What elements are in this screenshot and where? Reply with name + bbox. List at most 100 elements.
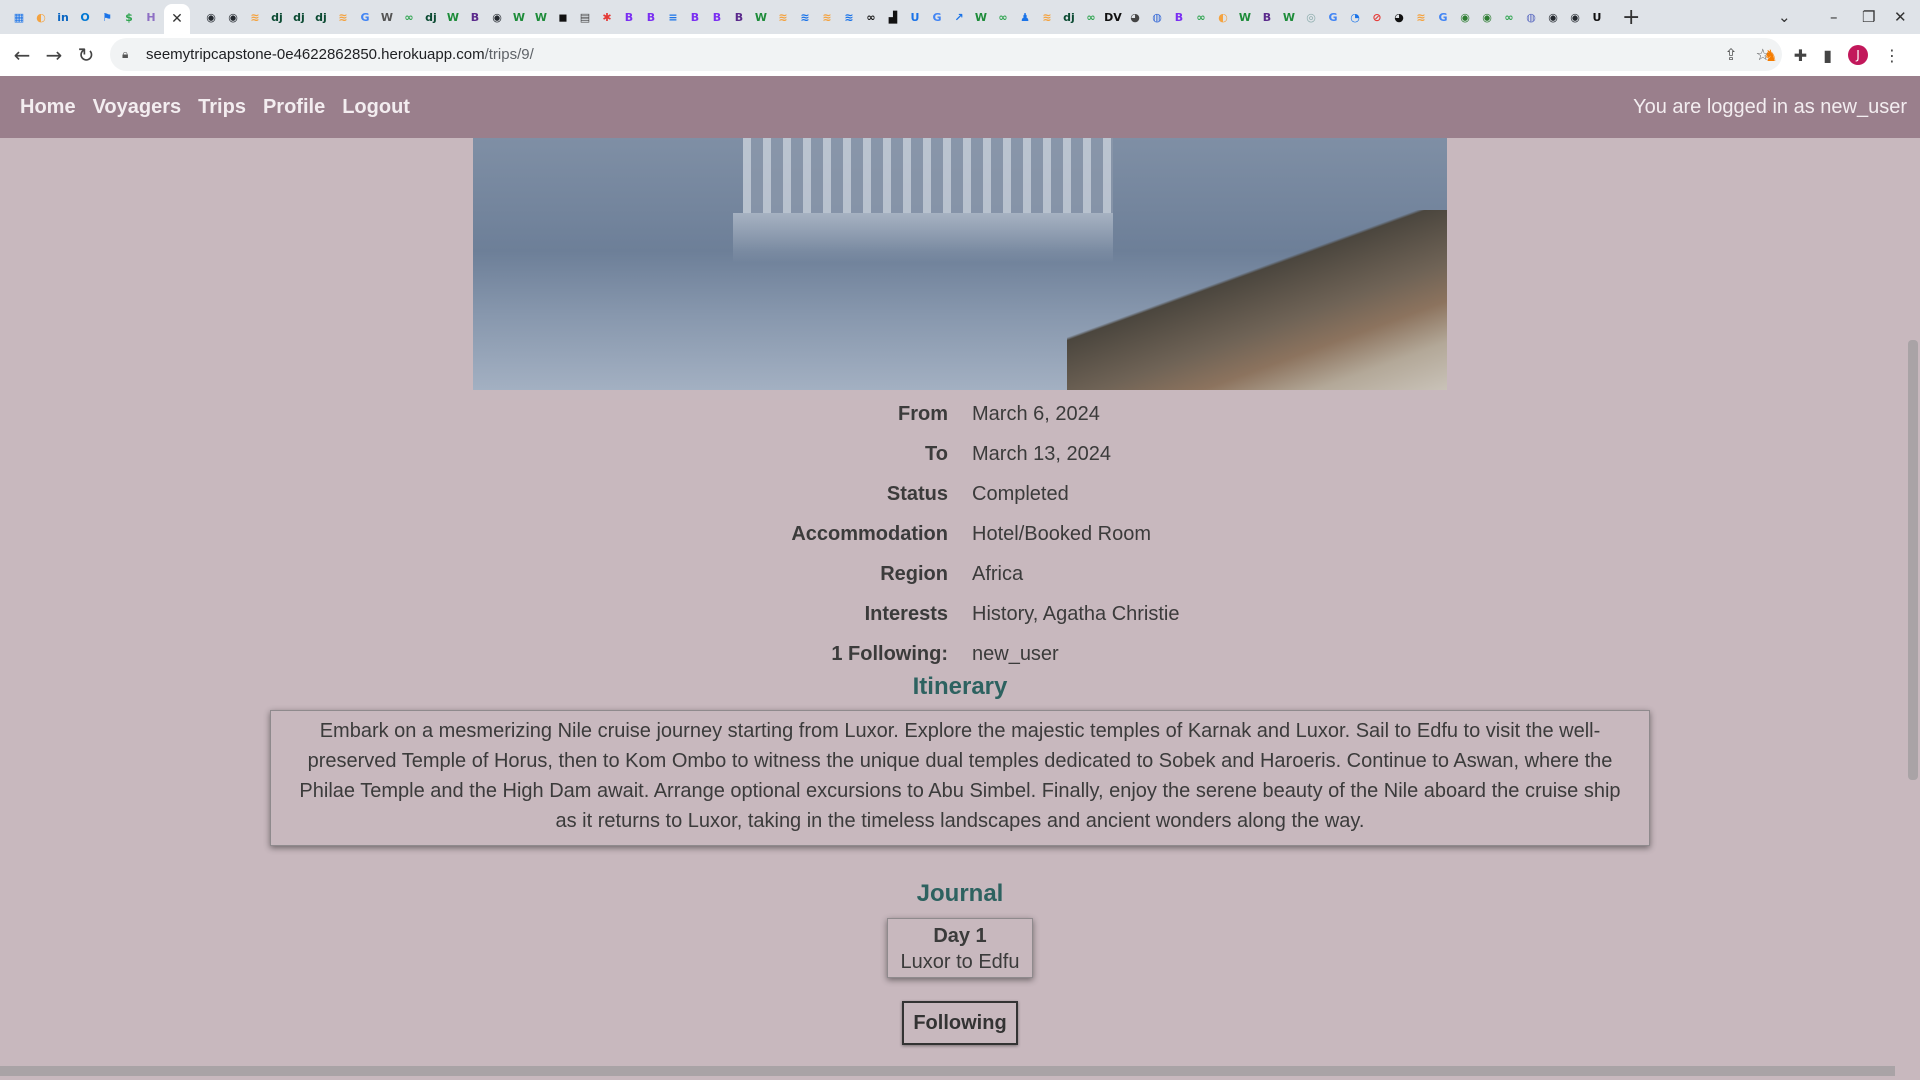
tab-favicon-icon[interactable]: ⊘: [1369, 9, 1386, 26]
tab-favicon-icon[interactable]: W: [753, 9, 770, 26]
tab-favicon-icon[interactable]: ∞: [995, 9, 1012, 26]
tab-favicon-icon[interactable]: ∞: [863, 9, 880, 26]
tab-favicon-icon[interactable]: W: [973, 9, 990, 26]
tab-favicon-icon[interactable]: ✱: [599, 9, 616, 26]
tab-favicon-icon[interactable]: ▤: [577, 9, 594, 26]
tab-favicon-icon[interactable]: ↗: [951, 9, 968, 26]
nav-profile-link[interactable]: Profile: [263, 96, 325, 119]
address-bar[interactable]: 🔒︎ seemytripcapstone-0e4622862850.heroku…: [110, 38, 1782, 71]
tab-favicon-icon[interactable]: ◔: [1347, 9, 1364, 26]
tab-favicon-icon[interactable]: DV: [1104, 9, 1122, 26]
tab-favicon-icon[interactable]: ◐: [33, 9, 50, 26]
share-icon[interactable]: ⇪: [1724, 45, 1737, 64]
following-button[interactable]: Following: [902, 1001, 1018, 1045]
minimize-window-icon[interactable]: –: [1830, 0, 1838, 34]
tab-favicon-icon[interactable]: ▟: [885, 9, 902, 26]
tab-favicon-icon[interactable]: ◍: [1149, 9, 1166, 26]
tab-favicon-icon[interactable]: ◉: [1545, 9, 1562, 26]
restore-window-icon[interactable]: ❐: [1862, 0, 1875, 34]
detail-value: March 13, 2024: [972, 443, 1111, 465]
tab-favicon-icon[interactable]: W: [1281, 9, 1298, 26]
tab-favicon-icon[interactable]: ≋: [1039, 9, 1056, 26]
tab-favicon-icon[interactable]: ≋: [1413, 9, 1430, 26]
tab-favicon-icon[interactable]: $: [121, 9, 138, 26]
active-tab[interactable]: ✕: [164, 4, 190, 34]
tab-favicon-icon[interactable]: B: [709, 9, 726, 26]
new-tab-button[interactable]: +: [1622, 5, 1640, 30]
nav-voyagers-link[interactable]: Voyagers: [93, 96, 182, 119]
tab-favicon-icon[interactable]: ◉: [489, 9, 506, 26]
close-tab-icon[interactable]: ✕: [171, 11, 183, 27]
horizontal-scrollbar[interactable]: [0, 1066, 1895, 1076]
tab-favicon-icon[interactable]: H: [143, 9, 160, 26]
extension-icon[interactable]: ♞: [1763, 46, 1777, 65]
tab-favicon-icon[interactable]: ∞: [1083, 9, 1100, 26]
tab-favicon-icon[interactable]: ⚑: [99, 9, 116, 26]
tab-favicon-icon[interactable]: O: [77, 9, 94, 26]
tab-favicon-icon[interactable]: ≋: [247, 9, 264, 26]
journal-entry-card[interactable]: Day 1 Luxor to Edfu: [887, 918, 1033, 978]
tab-favicon-icon[interactable]: ≋: [335, 9, 352, 26]
tab-search-icon[interactable]: ⌄: [1778, 0, 1791, 34]
tab-favicon-icon[interactable]: in: [55, 9, 72, 26]
tab-favicon-icon[interactable]: ♟: [1017, 9, 1034, 26]
tab-favicon-icon[interactable]: ≋: [841, 9, 858, 26]
tab-favicon-icon[interactable]: U: [1589, 9, 1606, 26]
tab-favicon-icon[interactable]: ≡: [665, 9, 682, 26]
tab-favicon-icon[interactable]: dj: [313, 9, 330, 26]
tab-favicon-icon[interactable]: ◐: [1215, 9, 1232, 26]
back-arrow-icon[interactable]: ←: [6, 43, 38, 67]
tab-favicon-icon[interactable]: B: [643, 9, 660, 26]
tab-favicon-icon[interactable]: dj: [1061, 9, 1078, 26]
tab-favicon-icon[interactable]: ◉: [1567, 9, 1584, 26]
tab-favicon-icon[interactable]: dj: [291, 9, 308, 26]
tab-favicon-icon[interactable]: ∞: [401, 9, 418, 26]
tab-favicon-icon[interactable]: ∞: [1501, 9, 1518, 26]
tab-favicon-icon[interactable]: G: [357, 9, 374, 26]
profile-avatar[interactable]: J: [1848, 45, 1868, 65]
nav-trips-link[interactable]: Trips: [198, 96, 246, 119]
tab-favicon-icon[interactable]: B: [687, 9, 704, 26]
lock-icon[interactable]: 🔒︎: [122, 47, 140, 62]
tab-favicon-icon[interactable]: ◉: [1479, 9, 1496, 26]
tab-favicon-icon[interactable]: ◕: [1391, 9, 1408, 26]
tab-favicon-icon[interactable]: ∞: [1193, 9, 1210, 26]
tab-favicon-icon[interactable]: W: [445, 9, 462, 26]
tab-favicon-icon[interactable]: G: [929, 9, 946, 26]
tab-favicon-icon[interactable]: W: [511, 9, 528, 26]
reload-icon[interactable]: ↻: [70, 43, 102, 67]
tab-favicon-icon[interactable]: dj: [423, 9, 440, 26]
tab-favicon-icon[interactable]: B: [731, 9, 748, 26]
nav-home-link[interactable]: Home: [20, 96, 76, 119]
forward-arrow-icon[interactable]: →: [38, 43, 70, 67]
url-text[interactable]: seemytripcapstone-0e4622862850.herokuapp…: [146, 46, 534, 63]
tab-favicon-icon[interactable]: B: [621, 9, 638, 26]
tab-favicon-icon[interactable]: ◎: [1303, 9, 1320, 26]
tab-favicon-icon[interactable]: W: [1237, 9, 1254, 26]
tab-favicon-icon[interactable]: B: [467, 9, 484, 26]
tab-favicon-icon[interactable]: W: [379, 9, 396, 26]
tab-favicon-icon[interactable]: ≋: [797, 9, 814, 26]
tab-favicon-icon[interactable]: ≋: [775, 9, 792, 26]
tab-favicon-icon[interactable]: ◉: [203, 9, 220, 26]
tab-favicon-icon[interactable]: ≋: [819, 9, 836, 26]
tab-favicon-icon[interactable]: W: [533, 9, 550, 26]
tab-favicon-icon[interactable]: ◉: [1457, 9, 1474, 26]
tab-favicon-icon[interactable]: ◕: [1127, 9, 1144, 26]
browser-menu-icon[interactable]: ⋮: [1884, 46, 1900, 65]
close-window-icon[interactable]: ✕: [1894, 0, 1907, 34]
tab-favicon-icon[interactable]: dj: [269, 9, 286, 26]
side-panel-icon[interactable]: ▮: [1823, 46, 1832, 65]
tab-favicon-icon[interactable]: G: [1325, 9, 1342, 26]
tab-favicon-icon[interactable]: G: [1435, 9, 1452, 26]
tab-favicon-icon[interactable]: B: [1259, 9, 1276, 26]
extensions-puzzle-icon[interactable]: ✚: [1794, 46, 1807, 65]
tab-favicon-icon[interactable]: ◍: [1523, 9, 1540, 26]
tab-favicon-icon[interactable]: B: [1171, 9, 1188, 26]
nav-logout-link[interactable]: Logout: [342, 96, 410, 119]
vertical-scrollbar-thumb[interactable]: [1908, 340, 1918, 780]
tab-favicon-icon[interactable]: U: [907, 9, 924, 26]
tab-favicon-icon[interactable]: ▦: [11, 9, 28, 26]
tab-favicon-icon[interactable]: ◼: [555, 9, 572, 26]
tab-favicon-icon[interactable]: ◉: [225, 9, 242, 26]
